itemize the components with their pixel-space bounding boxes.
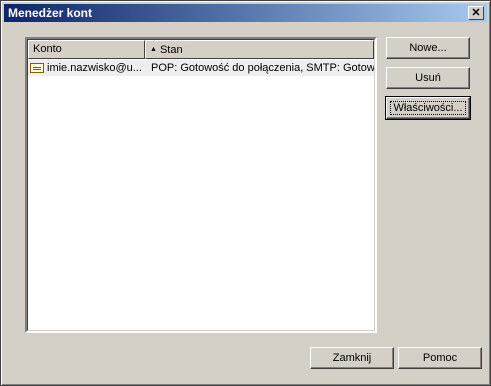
remove-account-button[interactable]: Usuń	[386, 67, 470, 89]
accounts-list[interactable]: Konto ▲ Stan imie.nazwisko@u... POP: Goto…	[25, 37, 377, 333]
column-header-konto[interactable]: Konto	[28, 40, 145, 59]
new-account-button[interactable]: Nowe...	[386, 37, 470, 59]
status-cell: POP: Gotowość do połączenia, SMTP: Gotow…	[151, 62, 374, 74]
column-header-stan-label: Stan	[159, 44, 183, 56]
properties-button-label: Właściwości...	[390, 101, 466, 115]
account-manager-window: Menedżer kont ✕ Konto ▲ Stan imie.nazwisk…	[0, 0, 491, 386]
column-header-stan[interactable]: ▲ Stan	[145, 40, 374, 59]
mail-account-icon	[30, 63, 44, 73]
help-button[interactable]: Pomoc	[398, 347, 482, 369]
title-bar: Menedżer kont ✕	[4, 4, 487, 22]
sort-ascending-icon: ▲	[150, 46, 157, 53]
list-header: Konto ▲ Stan	[28, 40, 374, 59]
account-cell: imie.nazwisko@u...	[28, 62, 145, 74]
window-title: Menedżer kont	[8, 6, 93, 20]
list-item[interactable]: imie.nazwisko@u... POP: Gotowość do połą…	[28, 60, 374, 76]
accounts-list-body: Konto ▲ Stan imie.nazwisko@u... POP: Goto…	[27, 39, 375, 331]
close-dialog-button[interactable]: Zamknij	[310, 347, 394, 369]
close-icon: ✕	[471, 6, 481, 19]
column-header-konto-label: Konto	[33, 43, 62, 55]
close-button[interactable]: ✕	[468, 6, 484, 20]
account-name: imie.nazwisko@u...	[47, 62, 142, 74]
properties-button[interactable]: Właściwości...	[385, 96, 471, 120]
